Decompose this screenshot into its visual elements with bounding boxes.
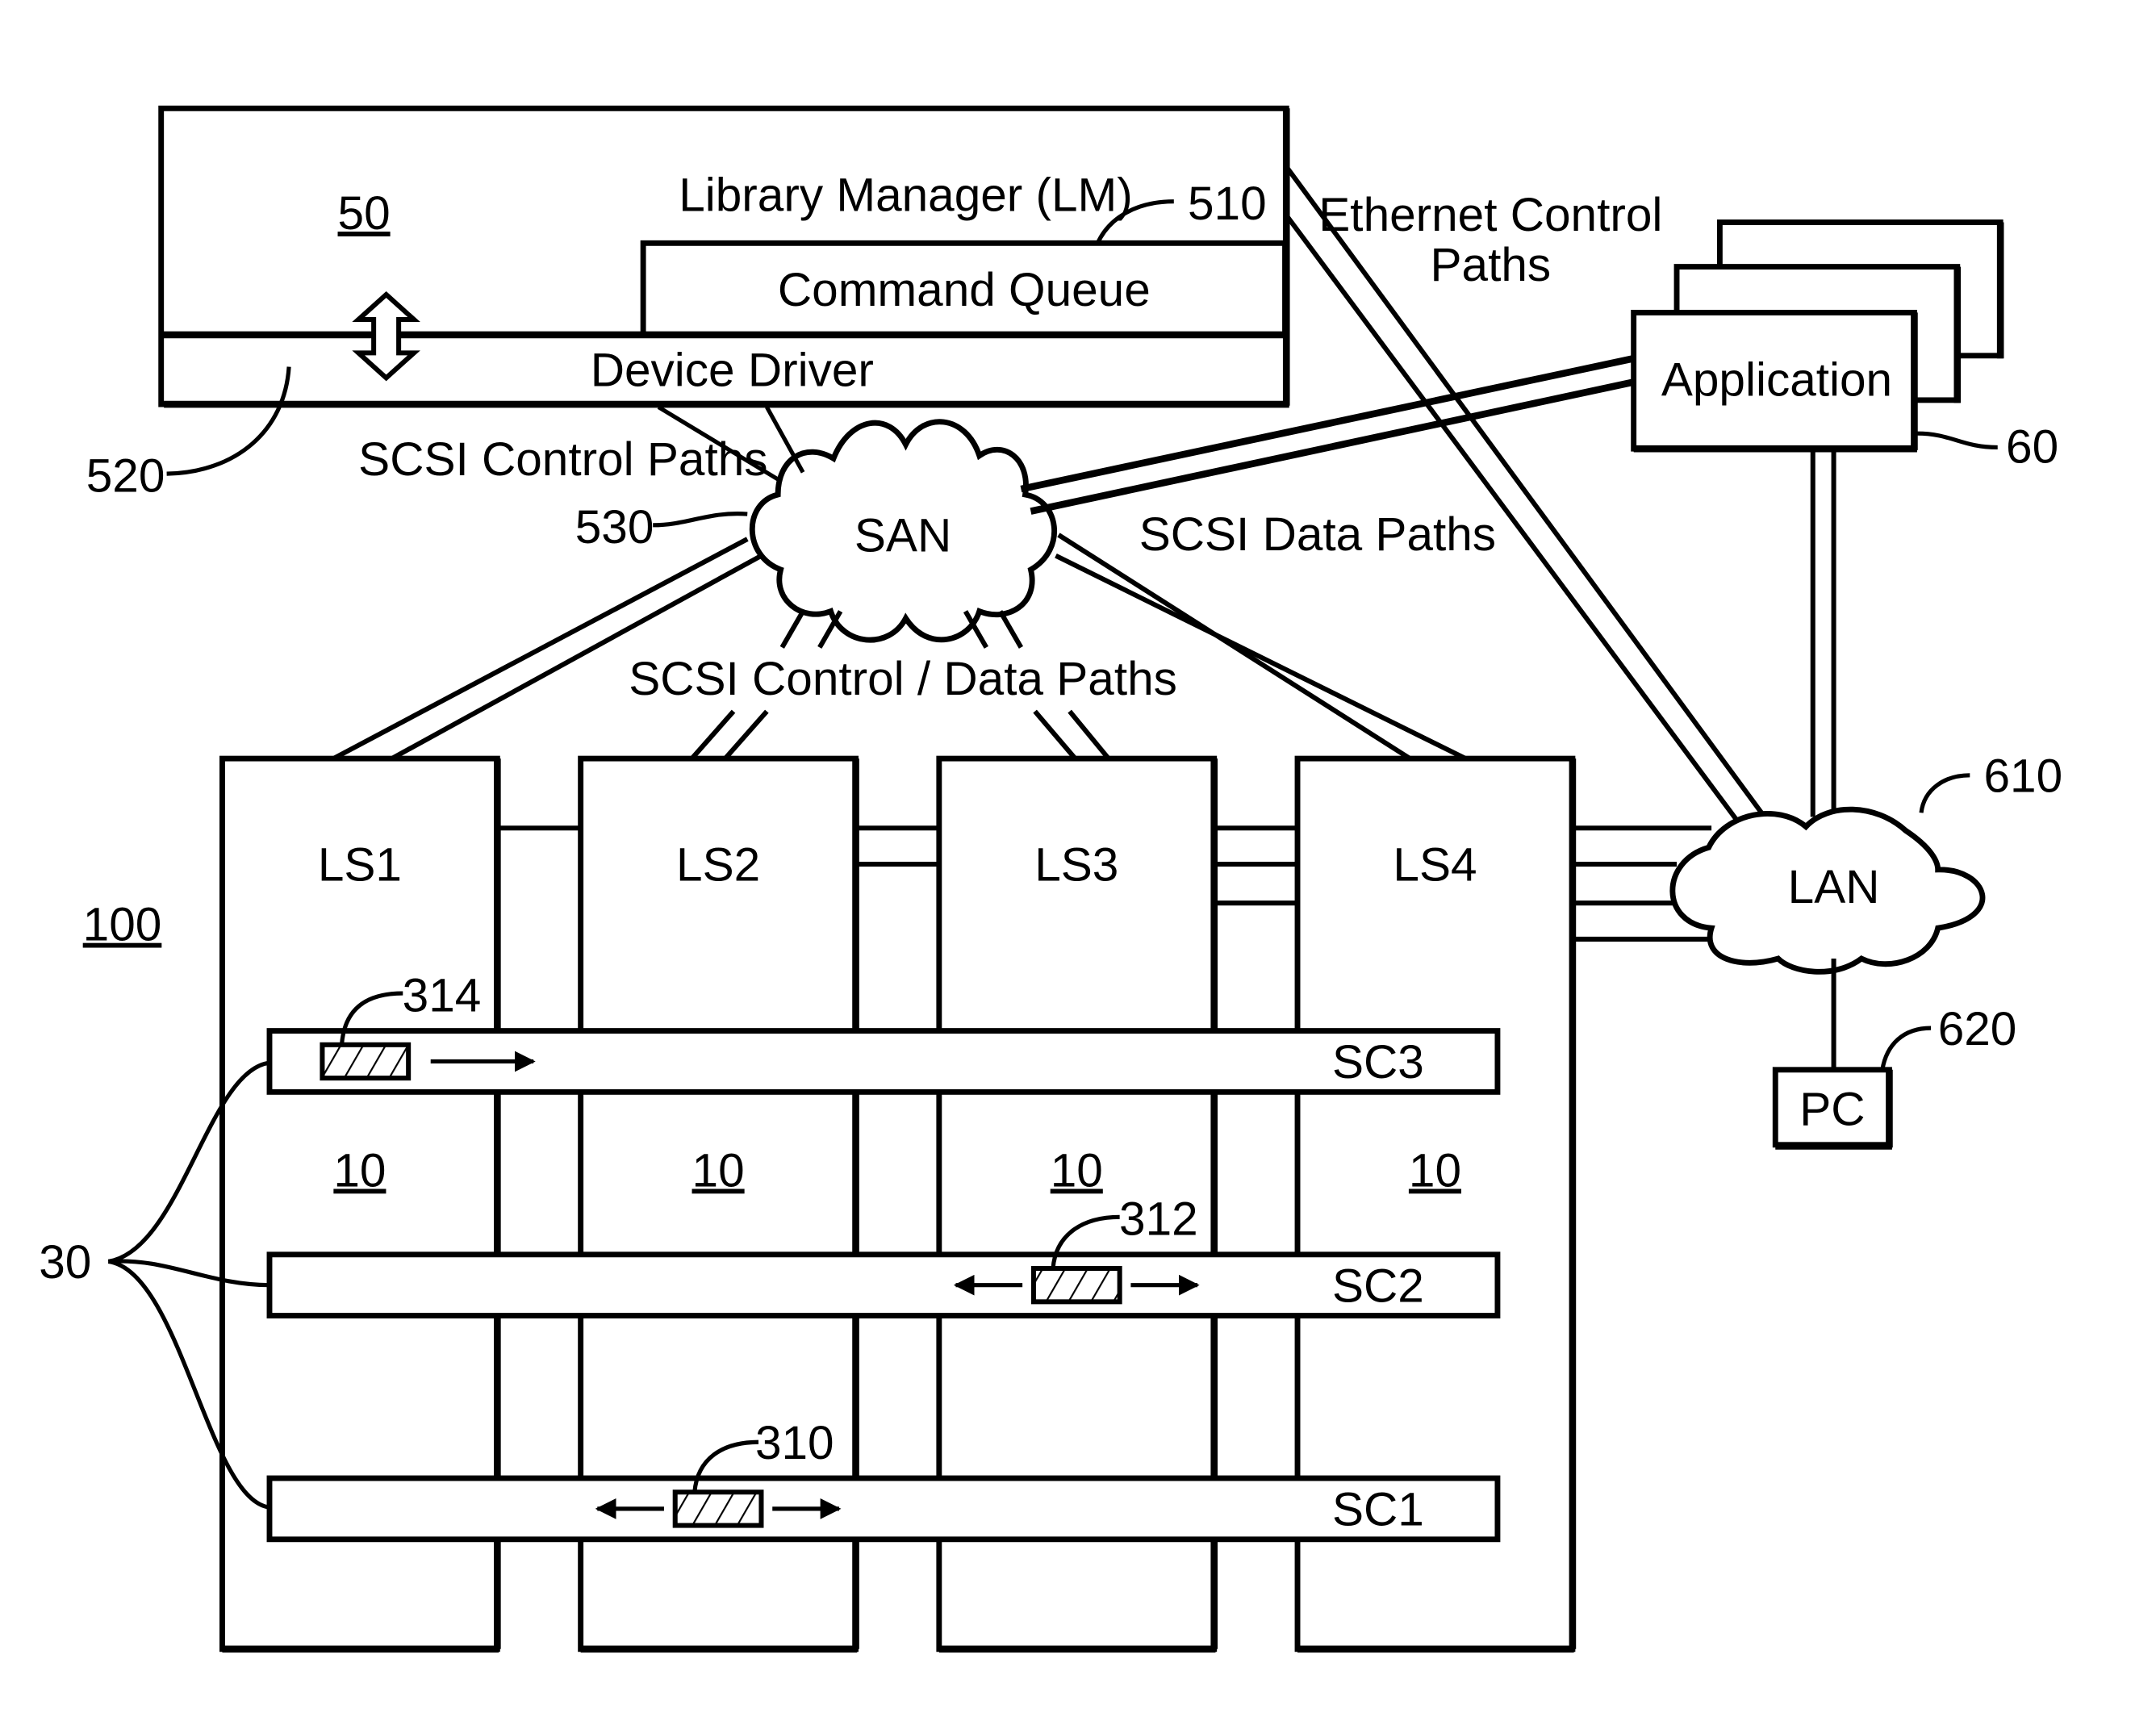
- host-ref-label: 50: [338, 187, 391, 240]
- library-string-name: LS4: [1393, 839, 1477, 892]
- library-string-name: LS3: [1034, 839, 1118, 892]
- library-string-name: LS1: [318, 839, 402, 892]
- library-system-diagram: 50 Library Manager (LM) 510 Command Queu…: [39, 105, 2063, 1653]
- ethernet-label-line2: Paths: [1431, 239, 1552, 291]
- device-driver-label: Device Driver: [591, 345, 874, 397]
- command-queue-label: Command Queue: [778, 264, 1151, 316]
- host-system: 50 Library Manager (LM) 510 Command Queu…: [158, 105, 1290, 408]
- ref-leader-530: [653, 512, 748, 528]
- san-ls2-path: [690, 709, 736, 761]
- pc-ref: 620: [1938, 1003, 2017, 1055]
- string-connector-bar: [266, 1475, 1501, 1543]
- lan-ref: 610: [1984, 750, 2063, 802]
- application-label: Application: [1661, 354, 1892, 407]
- ref-leader-60: [1916, 431, 1998, 450]
- lan-label: LAN: [1788, 861, 1880, 913]
- accessor-ref: 312: [1119, 1193, 1198, 1246]
- scsi-data-paths-label: SCSI Data Paths: [1139, 508, 1496, 561]
- string-connector-name: SC1: [1332, 1484, 1424, 1536]
- pc-label: PC: [1799, 1084, 1865, 1136]
- library-string-ref: 10: [1051, 1144, 1103, 1197]
- san-cloud: SAN: [749, 419, 1058, 643]
- string-connector-bar: [266, 1251, 1501, 1319]
- application-ref: 60: [2006, 420, 2058, 473]
- library-string-ref: 10: [692, 1144, 745, 1197]
- san-ls3-path: [1033, 709, 1077, 761]
- san-ls2-path: [723, 709, 769, 761]
- scsi-control-data-paths-label: SCSI Control / Data Paths: [629, 653, 1177, 705]
- accessor-ref: 310: [755, 1417, 834, 1469]
- lan-cloud: LAN: [1669, 806, 1986, 975]
- library-manager-ref: 510: [1188, 178, 1267, 230]
- string-connector-name: SC3: [1332, 1036, 1424, 1088]
- san-ls1-path: [332, 537, 749, 761]
- device-driver-ref: 520: [86, 450, 165, 503]
- library-string-ref: 10: [333, 1144, 386, 1197]
- san-ls3-path: [1068, 709, 1111, 761]
- accessor-ref: 314: [403, 969, 482, 1022]
- ref-leader-610: [1919, 773, 1970, 813]
- library-string-ref: 10: [1409, 1144, 1461, 1197]
- library-string-name: LS2: [676, 839, 760, 892]
- library-ref: 100: [83, 899, 162, 951]
- string-connectors-ref: 30: [39, 1236, 91, 1289]
- san-ls2-path: [779, 610, 805, 649]
- san-ls3-path: [997, 610, 1024, 649]
- application-stack: Application: [1631, 219, 2004, 453]
- cartridge-accessor-icon: [320, 1042, 412, 1081]
- cartridge-accessor-icon: [1030, 1266, 1122, 1305]
- library-manager-label: Library Manager (LM): [679, 169, 1133, 222]
- cartridge-accessor-icon: [672, 1489, 764, 1528]
- san-label: SAN: [854, 510, 951, 562]
- ref-leader-620: [1880, 1026, 1932, 1071]
- string-connector-name: SC2: [1332, 1260, 1424, 1312]
- san-ref: 530: [575, 501, 654, 554]
- ethernet-label-line1: Ethernet Control: [1318, 189, 1662, 241]
- scsi-control-paths-label: SCSI Control Paths: [358, 433, 767, 486]
